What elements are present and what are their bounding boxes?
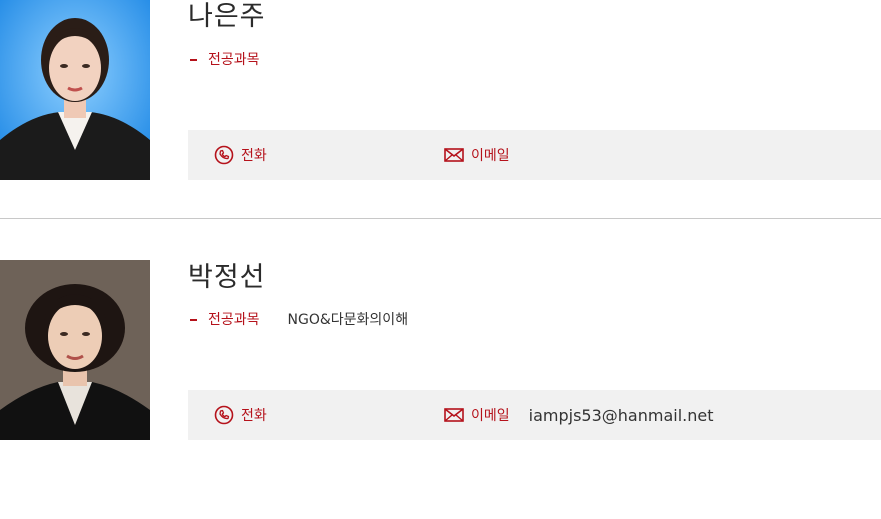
email-value[interactable]: iampjs53@hanmail.net bbox=[529, 406, 714, 425]
phone-icon bbox=[214, 405, 234, 425]
faculty-card: 나은주 전공과목 전화 이메일 bbox=[0, 0, 881, 180]
phone-label: 전화 bbox=[241, 408, 267, 424]
faculty-name: 박정선 bbox=[188, 262, 266, 293]
subject-label: 전공과목 bbox=[208, 52, 260, 68]
faculty-photo bbox=[0, 260, 150, 440]
faculty-photo bbox=[0, 0, 150, 180]
dash-bullet bbox=[190, 58, 197, 61]
divider bbox=[0, 218, 881, 219]
envelope-icon bbox=[444, 145, 464, 165]
phone-contact[interactable]: 전화 bbox=[214, 145, 286, 165]
email-label: 이메일 bbox=[471, 148, 510, 164]
contact-bar: 전화 이메일 bbox=[188, 130, 881, 180]
envelope-icon bbox=[444, 405, 464, 425]
subject-row: 전공과목 NGO&다문화의이해 bbox=[190, 309, 408, 329]
dash-bullet bbox=[190, 318, 197, 321]
phone-contact[interactable]: 전화 bbox=[214, 405, 286, 425]
subject-row: 전공과목 bbox=[190, 49, 288, 69]
phone-label: 전화 bbox=[241, 148, 267, 164]
faculty-name: 나은주 bbox=[188, 1, 266, 32]
faculty-card: 박정선 전공과목 NGO&다문화의이해 전화 이메일 iampjs53@hanm… bbox=[0, 260, 881, 440]
subject-value: NGO&다문화의이해 bbox=[287, 312, 409, 328]
subject-label: 전공과목 bbox=[208, 312, 260, 328]
contact-bar: 전화 이메일 iampjs53@hanmail.net bbox=[188, 390, 881, 440]
email-contact[interactable]: 이메일 bbox=[444, 145, 529, 165]
email-contact[interactable]: 이메일 iampjs53@hanmail.net bbox=[444, 405, 713, 425]
email-label: 이메일 bbox=[471, 408, 510, 424]
phone-icon bbox=[214, 145, 234, 165]
